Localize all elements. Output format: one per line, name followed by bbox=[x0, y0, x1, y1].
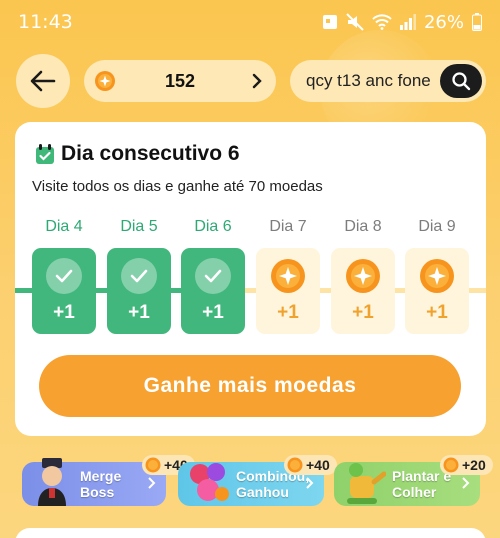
day-item: Dia 7 +1 bbox=[256, 218, 320, 334]
game-combinou-ganhou-button[interactable]: Combinou, Ganhou +40 bbox=[178, 455, 337, 506]
day-label: Dia 6 bbox=[194, 218, 232, 235]
daily-checkin-card: Dia consecutivo 6 Visite todos os dias e… bbox=[15, 122, 486, 436]
coin-count: 152 bbox=[164, 71, 196, 91]
day-reward: +1 bbox=[202, 302, 224, 323]
battery-percent: 26% bbox=[423, 11, 464, 33]
notification-icon bbox=[322, 15, 337, 29]
day-reward-box: +1 bbox=[181, 248, 245, 334]
bonus-badge: +20 bbox=[440, 455, 493, 475]
day-reward-box: +1 bbox=[107, 248, 171, 334]
mute-icon bbox=[346, 13, 364, 31]
day-reward-box: +1 bbox=[32, 248, 96, 334]
check-icon bbox=[130, 269, 148, 283]
day-item: Dia 8 +1 bbox=[331, 218, 395, 334]
coin-icon bbox=[145, 457, 161, 473]
game-merge-boss-button[interactable]: Merge Boss +40 bbox=[22, 455, 195, 506]
coin-icon bbox=[443, 457, 459, 473]
signal-icon bbox=[399, 14, 416, 30]
bottom-card-edge bbox=[15, 528, 486, 538]
day-label: Dia 7 bbox=[269, 218, 307, 235]
coin-balance-button[interactable]: 152 bbox=[84, 60, 276, 102]
day-reward-box: +1 bbox=[256, 248, 320, 334]
game-plantar-colher-button[interactable]: Plantar e Colher +20 bbox=[334, 455, 493, 506]
search-bar[interactable]: qcy t13 anc fone bbox=[290, 60, 486, 102]
status-bar: 11:43 26% bbox=[0, 0, 500, 44]
day-reward-box: +1 bbox=[331, 248, 395, 334]
game-name: Merge Boss bbox=[80, 468, 122, 500]
wifi-icon bbox=[372, 14, 392, 30]
check-icon bbox=[204, 269, 222, 283]
search-icon bbox=[452, 72, 471, 91]
day-label: Dia 4 bbox=[45, 218, 83, 235]
coin-icon bbox=[287, 457, 303, 473]
check-icon bbox=[55, 269, 73, 283]
search-button[interactable] bbox=[440, 64, 482, 98]
chevron-right-icon bbox=[306, 477, 314, 489]
day-reward: +1 bbox=[426, 302, 448, 323]
day-label: Dia 9 bbox=[418, 218, 456, 235]
status-icons: 26% bbox=[322, 11, 482, 33]
coin-icon bbox=[420, 259, 454, 293]
day-item: Dia 9 +1 bbox=[405, 218, 469, 334]
day-reward: +1 bbox=[352, 302, 374, 323]
day-reward: +1 bbox=[128, 302, 150, 323]
candy-icon bbox=[190, 463, 229, 501]
calendar-icon bbox=[36, 144, 54, 164]
status-time: 11:43 bbox=[18, 11, 73, 33]
checkin-title: Dia consecutivo 6 bbox=[61, 142, 240, 165]
day-label: Dia 8 bbox=[344, 218, 382, 235]
chevron-right-icon bbox=[462, 477, 470, 489]
day-label: Dia 5 bbox=[120, 218, 158, 235]
bonus-badge: +40 bbox=[284, 455, 337, 475]
checkin-header: Dia consecutivo 6 bbox=[35, 142, 240, 166]
chevron-right-icon bbox=[148, 477, 156, 489]
coin-icon bbox=[346, 259, 380, 293]
day-item: Dia 4 +1 bbox=[32, 218, 96, 334]
arrow-left-icon bbox=[30, 70, 56, 92]
day-item: Dia 5 +1 bbox=[107, 218, 171, 334]
boss-character-icon bbox=[38, 458, 66, 506]
day-reward: +1 bbox=[53, 302, 75, 323]
chevron-right-icon bbox=[252, 73, 262, 89]
watering-can-icon bbox=[347, 463, 386, 504]
earn-more-coins-button[interactable]: Ganhe mais moedas bbox=[39, 355, 461, 417]
coin-icon bbox=[271, 259, 305, 293]
day-reward-box: +1 bbox=[405, 248, 469, 334]
day-item: Dia 6 +1 bbox=[181, 218, 245, 334]
battery-icon bbox=[472, 13, 482, 31]
search-input[interactable]: qcy t13 anc fone bbox=[306, 71, 431, 91]
day-reward: +1 bbox=[277, 302, 299, 323]
back-button[interactable] bbox=[16, 54, 70, 108]
checkin-subtitle: Visite todos os dias e ganhe até 70 moed… bbox=[32, 178, 323, 195]
